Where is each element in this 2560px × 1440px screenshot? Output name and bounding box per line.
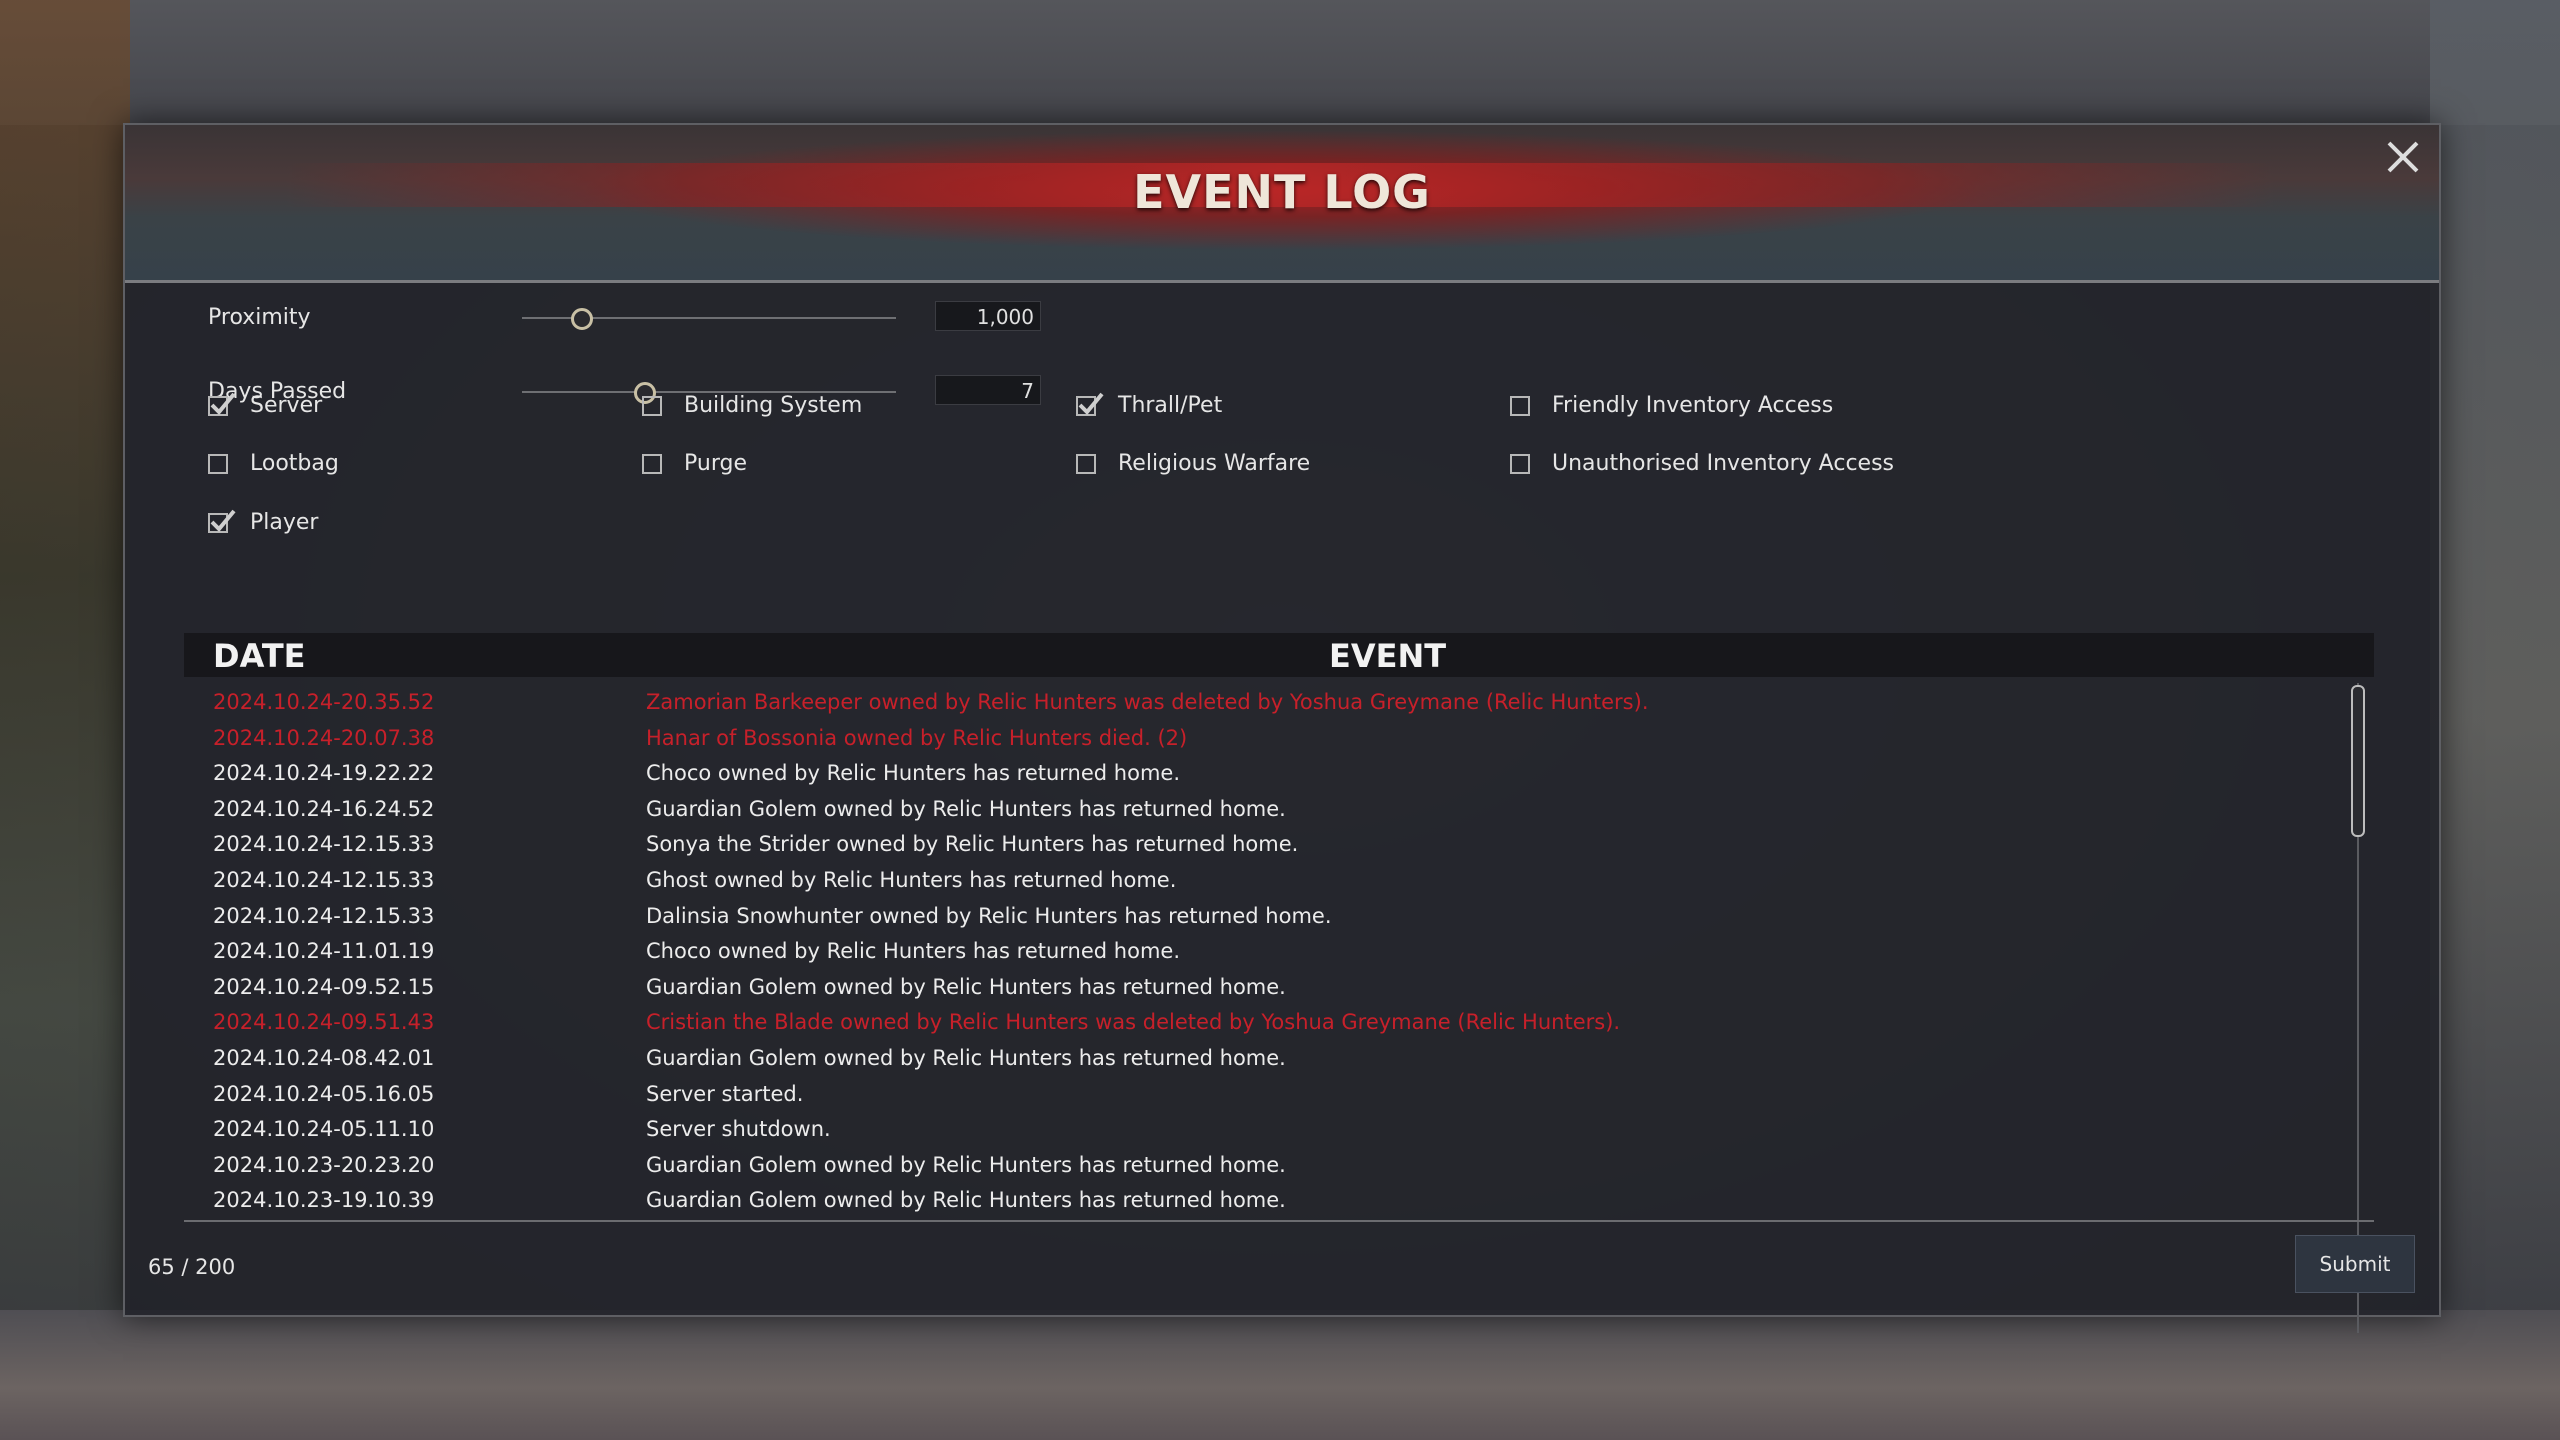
checkbox-label: Player bbox=[250, 510, 319, 535]
row-event: Hanar of Bossonia owned by Relic Hunters… bbox=[646, 725, 1188, 750]
days-passed-value-field[interactable]: 7 bbox=[935, 375, 1041, 405]
filter-checkbox-friendly-inventory-access[interactable]: Friendly Inventory Access bbox=[1510, 393, 1833, 418]
table-row[interactable]: 2024.10.24-20.07.38 Hanar of Bossonia own… bbox=[184, 721, 2374, 757]
proximity-value-field[interactable]: 1,000 bbox=[935, 301, 1041, 331]
row-event: Guardian Golem owned by Relic Hunters ha… bbox=[646, 1046, 1286, 1070]
row-event: Sonya the Strider owned by Relic Hunters… bbox=[646, 832, 1299, 857]
row-date: 2024.10.23-20.23.20 bbox=[213, 1152, 435, 1177]
checkbox-box[interactable] bbox=[208, 509, 236, 533]
background-scene-left bbox=[0, 0, 130, 1440]
row-date: 2024.10.24-05.16.05 bbox=[213, 1081, 435, 1106]
row-date: 2024.10.24-16.24.52 bbox=[213, 796, 435, 821]
filter-checkbox-religious-warfare[interactable]: Religious Warfare bbox=[1076, 451, 1310, 476]
row-date: 2024.10.24-05.11.10 bbox=[213, 1117, 435, 1142]
table-row[interactable]: 2024.10.24-08.42.01 Guardian Golem owned … bbox=[184, 1041, 2374, 1077]
filter-checkbox-lootbag[interactable]: Lootbag bbox=[208, 451, 339, 476]
row-event: Zamorian Barkeeper owned by Relic Hunter… bbox=[646, 690, 1649, 714]
table-row[interactable]: 2024.10.23-20.23.20 Guardian Golem owned … bbox=[184, 1148, 2374, 1184]
row-date: 2024.10.24-09.52.15 bbox=[213, 974, 435, 999]
proximity-slider[interactable] bbox=[522, 308, 896, 330]
checkbox-label: Friendly Inventory Access bbox=[1552, 393, 1834, 418]
checkbox-label: Purge bbox=[684, 451, 747, 476]
filter-checkbox-thrall-pet[interactable]: Thrall/Pet bbox=[1076, 392, 1223, 418]
table-row[interactable]: 2024.10.24-05.11.10 Server shutdown. bbox=[184, 1112, 2374, 1148]
checkbox-label: Religious Warfare bbox=[1118, 451, 1311, 476]
page-count: 65 / 200 bbox=[148, 1255, 236, 1279]
checkbox-box[interactable] bbox=[1510, 453, 1530, 474]
row-date: 2024.10.24-08.42.01 bbox=[213, 1046, 435, 1070]
row-date: 2024.10.23-19.10.39 bbox=[213, 1188, 435, 1213]
row-date: 2024.10.24-20.35.52 bbox=[213, 690, 435, 714]
background-scene-right bbox=[2430, 0, 2560, 1440]
title-banner: EVENT LOG bbox=[125, 125, 2439, 283]
row-event: Choco owned by Relic Hunters has returne… bbox=[646, 761, 1180, 786]
checkbox-box[interactable] bbox=[1076, 453, 1096, 474]
background-scene-top bbox=[0, 0, 2560, 125]
row-date: 2024.10.24-12.15.33 bbox=[213, 903, 435, 928]
row-event: Guardian Golem owned by Relic Hunters ha… bbox=[646, 974, 1286, 999]
row-event: Dalinsia Snowhunter owned by Relic Hunte… bbox=[646, 903, 1332, 928]
checkbox-box[interactable] bbox=[642, 395, 662, 416]
checkbox-label: Server bbox=[250, 393, 323, 418]
table-row[interactable]: 2024.10.24-12.15.33 Sonya the Strider own… bbox=[184, 827, 2374, 863]
scrollbar-thumb[interactable] bbox=[2351, 685, 2365, 837]
event-log-window: EVENT LOG Proximity 1,000 Days Passed 7 … bbox=[123, 123, 2441, 1333]
row-event: Server shutdown. bbox=[646, 1117, 831, 1142]
event-list: 2024.10.24-20.35.52 Zamorian Barkeeper ow… bbox=[184, 685, 2374, 1335]
table-row[interactable]: 2024.10.24-20.35.52 Zamorian Barkeeper ow… bbox=[184, 685, 2374, 721]
filter-checkbox-server[interactable]: Server bbox=[208, 392, 323, 418]
table-row[interactable]: 2024.10.24-09.52.15 Guardian Golem owned … bbox=[184, 970, 2374, 1006]
row-event: Choco owned by Relic Hunters has returne… bbox=[646, 939, 1180, 964]
filter-checkbox-building-system[interactable]: Building System bbox=[642, 393, 862, 418]
close-button[interactable] bbox=[2381, 135, 2425, 179]
submit-button[interactable]: Submit bbox=[2295, 1235, 2415, 1293]
close-icon bbox=[2387, 141, 2419, 173]
footer-divider bbox=[184, 1220, 2374, 1222]
table-row[interactable]: 2024.10.24-11.01.19 Choco owned by Relic … bbox=[184, 934, 2374, 970]
table-row[interactable]: 2024.10.24-16.24.52 Guardian Golem owned … bbox=[184, 792, 2374, 828]
filter-checkbox-purge[interactable]: Purge bbox=[642, 451, 747, 476]
filter-checkbox-player[interactable]: Player bbox=[208, 509, 319, 535]
table-header: DATE EVENT bbox=[184, 633, 2374, 677]
table-row[interactable]: 2024.10.24-19.22.22 Choco owned by Relic … bbox=[184, 756, 2374, 792]
table-row[interactable]: 2024.10.24-12.15.33 Ghost owned by Relic … bbox=[184, 863, 2374, 899]
checkbox-box[interactable] bbox=[1076, 392, 1104, 416]
row-event: Guardian Golem owned by Relic Hunters ha… bbox=[646, 1188, 1286, 1213]
checkbox-label: Thrall/Pet bbox=[1118, 393, 1223, 418]
row-event: Server started. bbox=[646, 1081, 804, 1106]
checkbox-box[interactable] bbox=[208, 453, 228, 474]
checkmark-icon bbox=[210, 509, 236, 532]
checkmark-icon bbox=[210, 392, 236, 415]
table-row[interactable]: 2024.10.24-05.16.05 Server started. bbox=[184, 1077, 2374, 1113]
row-event: Guardian Golem owned by Relic Hunters ha… bbox=[646, 1152, 1286, 1177]
table-row[interactable]: 2024.10.24-09.51.43 Cristian the Blade ow… bbox=[184, 1005, 2374, 1041]
proximity-slider-knob[interactable] bbox=[570, 308, 593, 330]
row-event: Guardian Golem owned by Relic Hunters ha… bbox=[646, 796, 1286, 821]
row-date: 2024.10.24-12.15.33 bbox=[213, 832, 435, 857]
filter-checkbox-unauthorised-inventory-access[interactable]: Unauthorised Inventory Access bbox=[1510, 451, 1894, 476]
row-date: 2024.10.24-11.01.19 bbox=[213, 939, 435, 964]
checkbox-box[interactable] bbox=[208, 392, 236, 416]
checkbox-label: Building System bbox=[684, 393, 863, 418]
row-date: 2024.10.24-09.51.43 bbox=[213, 1010, 435, 1035]
table-row[interactable]: 2024.10.24-12.15.33 Dalinsia Snowhunter o… bbox=[184, 899, 2374, 935]
row-date: 2024.10.24-12.15.33 bbox=[213, 868, 435, 892]
checkbox-label: Lootbag bbox=[250, 451, 339, 476]
row-date: 2024.10.24-20.07.38 bbox=[213, 725, 435, 750]
row-date: 2024.10.24-19.22.22 bbox=[213, 761, 435, 786]
row-event: Cristian the Blade owned by Relic Hunter… bbox=[646, 1010, 1621, 1035]
proximity-label: Proximity bbox=[208, 305, 311, 330]
checkbox-box[interactable] bbox=[642, 453, 662, 474]
checkbox-label: Unauthorised Inventory Access bbox=[1552, 451, 1894, 476]
checkmark-icon bbox=[1078, 392, 1104, 415]
window-title: EVENT LOG bbox=[1133, 165, 1431, 219]
event-column-header: EVENT bbox=[1329, 637, 1447, 675]
table-row[interactable]: 2024.10.23-19.10.39 Guardian Golem owned … bbox=[184, 1183, 2374, 1219]
date-column-header: DATE bbox=[213, 637, 306, 675]
checkbox-box[interactable] bbox=[1510, 395, 1530, 416]
row-event: Ghost owned by Relic Hunters has returne… bbox=[646, 868, 1177, 892]
